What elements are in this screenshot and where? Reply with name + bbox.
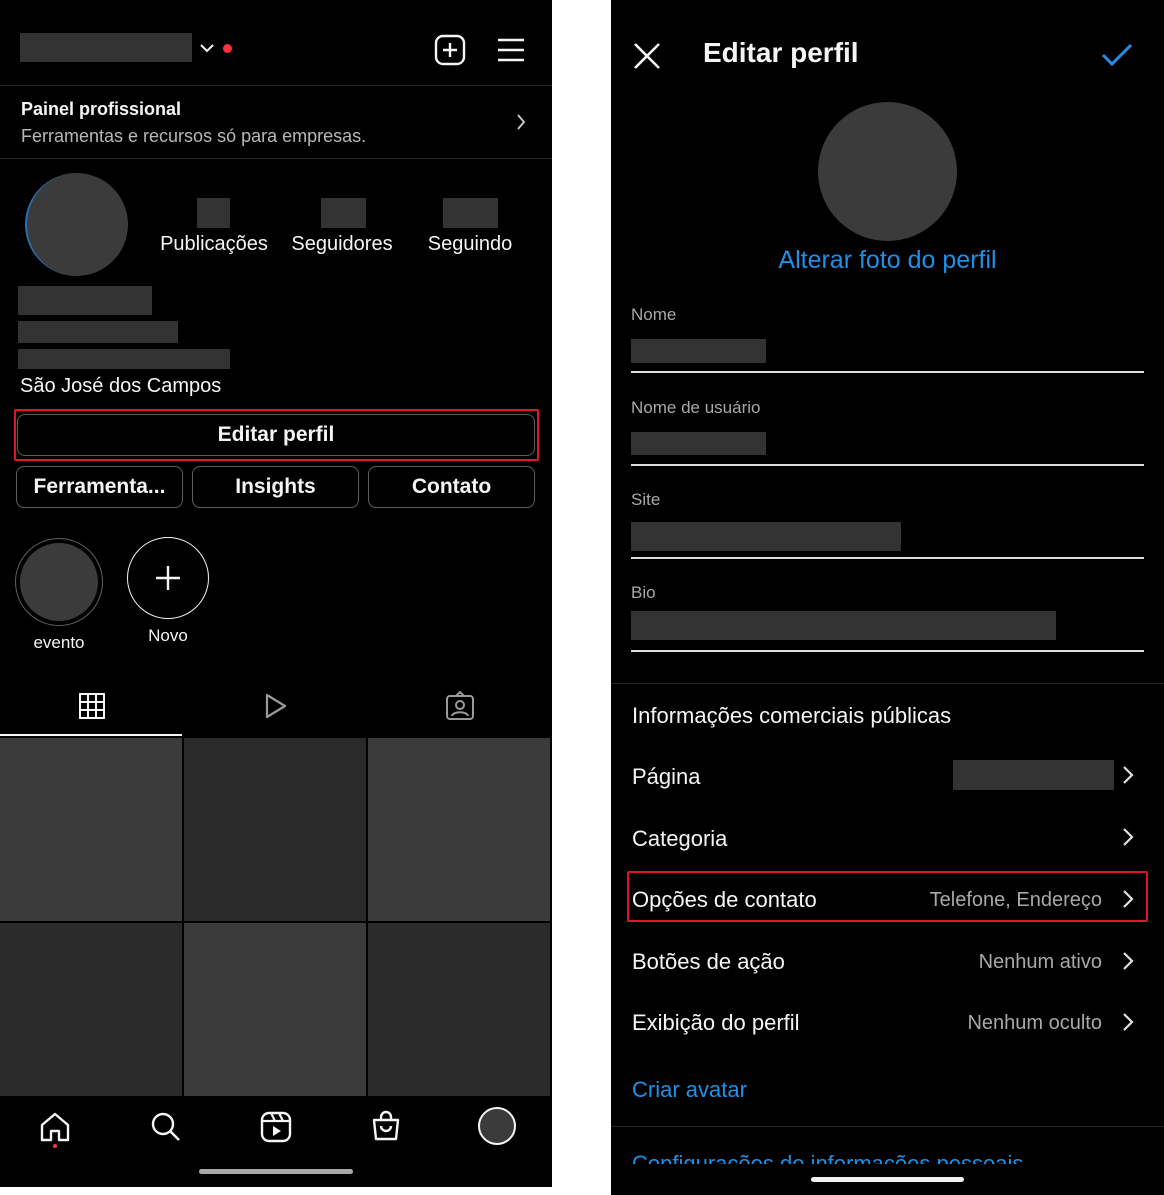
highlight-cover: [20, 543, 98, 621]
followers-count-redacted: [321, 198, 366, 228]
grid-icon: [79, 692, 105, 719]
create-avatar-link[interactable]: Criar avatar: [632, 1077, 747, 1103]
row-action-value: Nenhum ativo: [978, 951, 1102, 973]
row-action-buttons[interactable]: Botões de ação Nenhum ativo: [611, 931, 1164, 991]
personal-info-link[interactable]: Configurações de informações pessoais: [632, 1151, 1023, 1164]
bio-redacted: [18, 349, 230, 369]
profile-avatar[interactable]: [25, 173, 128, 276]
notification-dot: [53, 1144, 57, 1148]
chevron-right-icon: [1123, 952, 1134, 970]
site-input[interactable]: [631, 522, 901, 551]
plus-icon: [156, 566, 180, 590]
row-contact-value: Telefone, Endereço: [929, 889, 1102, 911]
username-redacted[interactable]: [20, 33, 192, 62]
edit-profile-screen: Editar perfil Alterar foto do perfil Nom…: [611, 0, 1164, 1195]
row-profile-display[interactable]: Exibição do perfil Nenhum oculto: [611, 992, 1164, 1052]
divider: [611, 683, 1164, 684]
menu-icon[interactable]: [497, 37, 525, 63]
reels-icon[interactable]: [260, 1111, 292, 1143]
tab-tagged[interactable]: [368, 675, 552, 736]
section-title: Informações comerciais públicas: [632, 703, 952, 728]
profile-screen: Painel profissional Ferramentas e recurs…: [0, 0, 552, 1187]
new-highlight-label: Novo: [148, 626, 188, 645]
chevron-right-icon: [1123, 828, 1134, 846]
personal-info-clip: Configurações de informações pessoais: [611, 1148, 1164, 1164]
bio-input[interactable]: [631, 611, 1056, 640]
row-contact-options[interactable]: Opções de contato Telefone, Endereço: [611, 869, 1164, 929]
posts-label[interactable]: Publicações: [150, 233, 278, 256]
professional-panel-title: Painel profissional: [21, 99, 182, 119]
chevron-down-icon[interactable]: [199, 42, 215, 54]
change-photo-link[interactable]: Alterar foto do perfil: [611, 246, 1164, 275]
divider: [631, 557, 1144, 559]
create-post-icon[interactable]: [434, 34, 466, 66]
site-label: Site: [631, 490, 661, 509]
row-category[interactable]: Categoria: [611, 808, 1164, 868]
name-input[interactable]: [631, 339, 766, 363]
profile-photo[interactable]: [818, 102, 957, 241]
post-thumbnail[interactable]: [0, 738, 182, 921]
tools-button[interactable]: Ferramenta...: [16, 466, 183, 508]
insights-button[interactable]: Insights: [192, 466, 359, 508]
edit-profile-button[interactable]: Editar perfil: [17, 414, 535, 456]
row-action-title: Botões de ação: [632, 949, 785, 974]
post-thumbnail[interactable]: [0, 923, 182, 1106]
post-thumbnail[interactable]: [368, 738, 550, 921]
new-highlight-button[interactable]: [127, 537, 209, 619]
tab-grid[interactable]: [0, 675, 184, 736]
page-title: Editar perfil: [703, 37, 859, 68]
highlight-label: evento: [33, 633, 85, 652]
followers-label[interactable]: Seguidores: [278, 233, 406, 256]
divider: [0, 158, 552, 159]
divider: [631, 464, 1144, 466]
tab-reels[interactable]: [184, 675, 368, 736]
profile-avatar[interactable]: [478, 1107, 516, 1145]
row-display-value: Nenhum oculto: [967, 1012, 1102, 1034]
display-name-redacted: [18, 286, 152, 315]
location-text: São José dos Campos: [20, 375, 222, 397]
play-icon: [265, 693, 287, 718]
divider: [631, 371, 1144, 373]
tagged-user-icon: [446, 690, 474, 720]
chevron-right-icon: [1123, 1013, 1134, 1031]
divider: [631, 650, 1144, 652]
professional-panel-subtitle: Ferramentas e recursos só para empresas.: [21, 126, 367, 146]
row-display-title: Exibição do perfil: [632, 1010, 800, 1035]
following-count-redacted: [443, 198, 498, 228]
row-category-title: Categoria: [632, 826, 728, 851]
check-icon[interactable]: [1101, 42, 1133, 68]
divider: [611, 1126, 1164, 1127]
professional-panel[interactable]: Painel profissional Ferramentas e recurs…: [0, 86, 552, 158]
notification-dot: [223, 44, 232, 53]
contact-button[interactable]: Contato: [368, 466, 535, 508]
row-page-title: Página: [632, 764, 701, 789]
post-thumbnail[interactable]: [368, 923, 550, 1106]
active-tab-indicator: [0, 734, 182, 736]
username-input[interactable]: [631, 432, 766, 455]
post-thumbnail[interactable]: [184, 923, 366, 1106]
page-value-redacted: [953, 760, 1114, 790]
post-thumbnail[interactable]: [184, 738, 366, 921]
close-icon[interactable]: [633, 42, 661, 70]
search-icon[interactable]: [150, 1111, 182, 1143]
row-page[interactable]: Página: [611, 746, 1164, 806]
name-label: Nome: [631, 305, 677, 324]
bottom-nav: [0, 1096, 552, 1187]
shop-icon[interactable]: [370, 1110, 402, 1142]
posts-count-redacted: [197, 198, 230, 228]
chevron-right-icon: [1123, 766, 1134, 784]
chevron-right-icon: [1123, 890, 1134, 908]
following-label[interactable]: Seguindo: [406, 233, 534, 256]
username-label: Nome de usuário: [631, 398, 761, 417]
category-redacted: [18, 321, 178, 343]
home-indicator: [199, 1169, 353, 1174]
bio-label: Bio: [631, 583, 656, 602]
highlight-evento[interactable]: [15, 538, 103, 626]
row-contact-title: Opções de contato: [632, 887, 817, 912]
chevron-right-icon: [517, 114, 526, 130]
home-icon[interactable]: [39, 1111, 71, 1143]
home-indicator: [811, 1177, 964, 1182]
